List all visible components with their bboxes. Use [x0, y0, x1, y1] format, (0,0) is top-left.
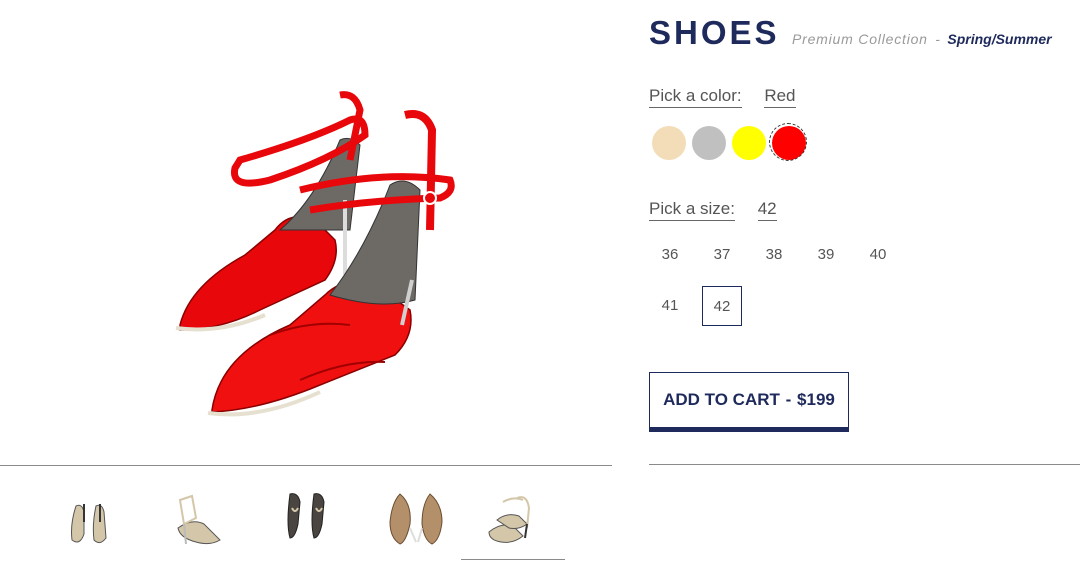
- size-option-41[interactable]: 41: [650, 286, 690, 326]
- thumbnail-front-pair[interactable]: [40, 478, 144, 560]
- size-option-37[interactable]: 37: [702, 235, 742, 275]
- color-picker-label: Pick a color:: [649, 86, 742, 108]
- thumbnail-side[interactable]: [148, 478, 252, 560]
- add-to-cart-label: ADD TO CART: [663, 390, 780, 409]
- thumbnail-image: [287, 493, 325, 539]
- thumbnail-top-down[interactable]: [256, 478, 360, 560]
- add-to-cart-separator: -: [785, 390, 792, 409]
- product-viewer[interactable]: [0, 0, 612, 465]
- add-to-cart-price: $199: [797, 390, 835, 409]
- product-subtitle: Premium Collection: [792, 31, 928, 47]
- subtitle-separator: -: [935, 31, 940, 47]
- main-shoe-image: [175, 91, 455, 417]
- size-option-38[interactable]: 38: [754, 235, 794, 275]
- size-option-36[interactable]: 36: [650, 235, 690, 275]
- product-season: Spring/Summer: [947, 31, 1052, 47]
- size-picker-label: Pick a size:: [649, 199, 735, 221]
- thumbnail-three-quarter[interactable]: [461, 478, 565, 560]
- thumbnail-soles[interactable]: [364, 478, 468, 560]
- thumbnail-image: [177, 494, 221, 545]
- product-title: SHOES: [649, 14, 780, 51]
- selected-color-value: Red: [764, 86, 796, 108]
- color-swatch-red[interactable]: [769, 123, 807, 161]
- viewer-divider: [0, 465, 612, 466]
- product-heading: SHOES Premium Collection - Spring/Summer: [649, 14, 1069, 58]
- thumbnail-image: [389, 493, 443, 545]
- info-divider: [649, 464, 1080, 465]
- color-swatch-gray[interactable]: [692, 126, 726, 160]
- thumbnail-image: [488, 496, 531, 543]
- color-label-row: Pick a color: Red: [649, 86, 796, 108]
- add-to-cart-button[interactable]: ADD TO CART - $199: [649, 372, 849, 432]
- size-option-42[interactable]: 42: [702, 286, 742, 326]
- size-option-40[interactable]: 40: [858, 235, 898, 275]
- selected-size-value: 42: [757, 199, 777, 221]
- size-option-39[interactable]: 39: [806, 235, 846, 275]
- thumbnail-strip: [40, 478, 580, 568]
- size-label-row: Pick a size: 42: [649, 199, 777, 221]
- thumbnail-image: [71, 504, 107, 544]
- color-swatch-yellow[interactable]: [732, 126, 766, 160]
- color-swatch-beige[interactable]: [652, 126, 686, 160]
